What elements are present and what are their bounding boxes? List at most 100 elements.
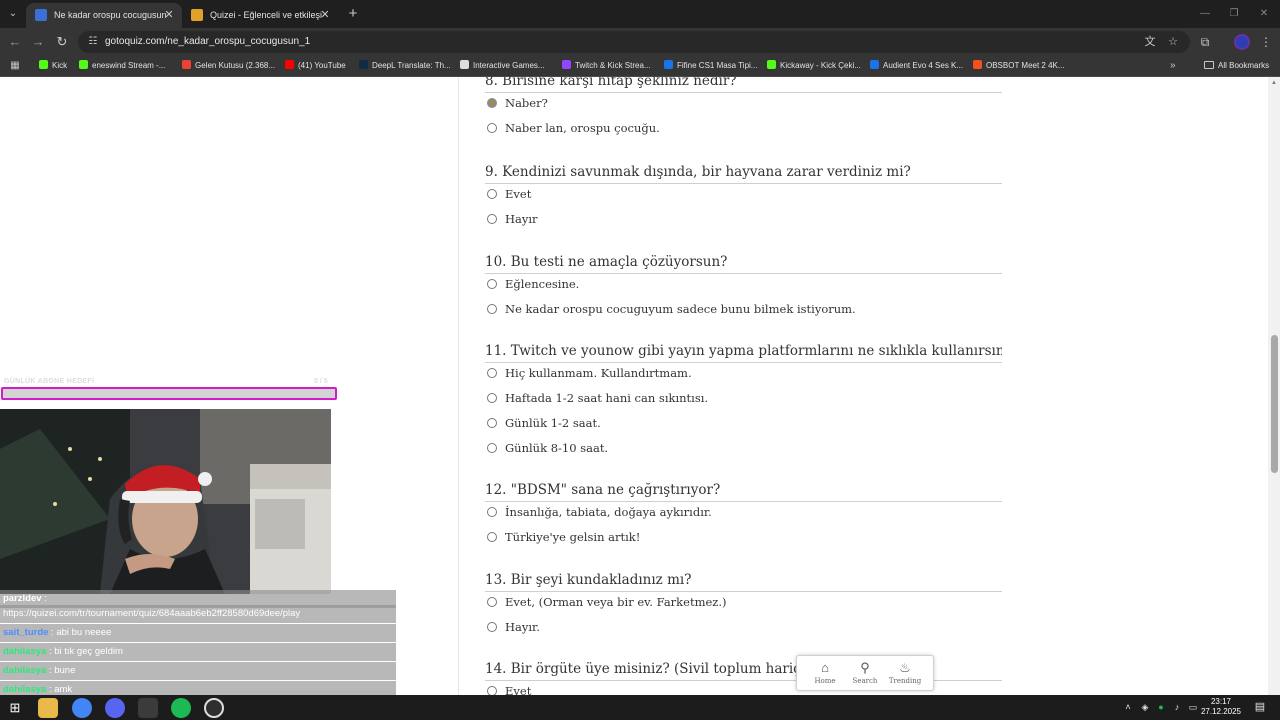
radio-button[interactable] (487, 304, 497, 314)
network-icon[interactable]: ▭ (1187, 701, 1199, 713)
apps-grid-icon[interactable]: ▦ (8, 59, 22, 73)
bookmark-item[interactable]: DeepL Translate: Th... (359, 58, 451, 74)
more-bookmarks-icon[interactable]: » (1170, 58, 1176, 74)
profile-avatar[interactable] (1234, 34, 1250, 50)
app-icon[interactable] (138, 698, 158, 718)
answer-option[interactable]: Eğlencesine. (487, 276, 579, 292)
translate-icon[interactable]: 文 (1143, 35, 1157, 49)
obs-icon[interactable] (204, 698, 224, 718)
bookmark-item[interactable]: eneswind Stream -... (79, 58, 165, 74)
radio-button[interactable] (487, 443, 497, 453)
browser-tab[interactable]: Ne kadar orospu cocugusun? ✕ (26, 3, 182, 28)
tab-close-icon[interactable]: ✕ (162, 8, 176, 22)
tab-search-icon[interactable]: ⌄ (4, 5, 22, 23)
radio-button[interactable] (487, 279, 497, 289)
radio-button[interactable] (487, 189, 497, 199)
answer-option[interactable]: Evet (487, 683, 531, 695)
radio-button[interactable] (487, 368, 497, 378)
radio-button[interactable] (487, 393, 497, 403)
bookmark-item[interactable]: Kick (39, 58, 67, 74)
answer-option-label: Naber lan, orospu çocuğu. (505, 121, 660, 135)
tab-title: Quizei - Eğlenceli ve etkileşimli (210, 10, 322, 20)
forward-icon[interactable]: → (29, 33, 47, 51)
tab-close-icon[interactable]: ✕ (318, 8, 332, 22)
tray-app-icon[interactable]: ◈ (1139, 701, 1151, 713)
bookmark-label: Kickaway - Kick Çeki... (780, 61, 861, 70)
bookmark-item[interactable]: Twitch & Kick Strea... (562, 58, 651, 74)
chat-text: : amk (46, 684, 73, 695)
menu-kebab-icon[interactable]: ⋮ (1257, 33, 1275, 51)
scrollbar-thumb[interactable] (1271, 335, 1278, 473)
url-text[interactable]: gotoquiz.com/ne_kadar_orospu_cocugusun_1 (105, 35, 310, 49)
windows-taskbar: ⊞ ˄ ◈ ● ♪ ▭ 23:17 27.12.2025 ▤ (0, 695, 1280, 720)
tray-overflow-icon[interactable]: ˄ (1122, 701, 1134, 713)
nav-trending[interactable]: ♨ Trending (885, 660, 925, 686)
bookmark-label: OBSBOT Meet 2 4K... (986, 61, 1065, 70)
answer-option-label: Ne kadar orospu cocuguyum sadece bunu bi… (505, 302, 856, 316)
answer-option[interactable]: Ne kadar orospu cocuguyum sadece bunu bi… (487, 301, 856, 317)
new-tab-button[interactable]: + (344, 5, 362, 23)
taskbar-clock[interactable]: 23:17 27.12.2025 (1200, 697, 1242, 717)
bookmark-label: Kick (52, 61, 68, 70)
windows-start-icon[interactable]: ⊞ (5, 698, 25, 718)
browser-title-bar: ⌄ Ne kadar orospu cocugusun? ✕ Quizei - Eğ… (0, 0, 1280, 28)
close-window-icon[interactable]: ✕ (1254, 6, 1274, 22)
back-icon[interactable]: ← (6, 33, 24, 51)
bookmark-item[interactable]: Gelen Kutusu (2.368... (182, 58, 275, 74)
radio-button[interactable] (487, 686, 497, 695)
bookmark-item[interactable]: Audient Evo 4 Ses K... (870, 58, 963, 74)
radio-button[interactable] (487, 597, 497, 607)
radio-button[interactable] (487, 532, 497, 542)
answer-option[interactable]: Naber lan, orospu çocuğu. (487, 120, 660, 136)
bookmark-item[interactable]: Interactive Games... (460, 58, 545, 74)
answer-option[interactable]: Günlük 8-10 saat. (487, 440, 608, 456)
maximize-icon[interactable]: ❐ (1224, 6, 1244, 22)
bookmark-star-icon[interactable]: ☆ (1166, 35, 1180, 49)
browser-tab[interactable]: Quizei - Eğlenceli ve etkileşimli ✕ (182, 3, 338, 28)
answer-option[interactable]: Günlük 1-2 saat. (487, 415, 601, 431)
file-explorer-icon[interactable] (38, 698, 58, 718)
radio-button[interactable] (487, 123, 497, 133)
tray-spotify-icon[interactable]: ● (1155, 701, 1167, 713)
bookmark-item[interactable]: Kickaway - Kick Çeki... (767, 58, 861, 74)
bookmark-label: Gelen Kutusu (2.368... (195, 61, 276, 70)
reload-icon[interactable]: ↻ (53, 33, 71, 51)
radio-button[interactable] (487, 98, 497, 108)
all-bookmarks-button[interactable]: All Bookmarks (1204, 58, 1269, 74)
question-title: 8. Birisine karşı hitap şekliniz nedir? (485, 77, 1002, 93)
answer-option[interactable]: Hiç kullanmam. Kullandırtmam. (487, 365, 692, 381)
bookmark-favicon-icon (285, 60, 294, 69)
answer-option[interactable]: İnsanlığa, tabiata, doğaya aykırıdır. (487, 504, 712, 520)
radio-button[interactable] (487, 507, 497, 517)
nav-home[interactable]: ⌂ Home (805, 660, 845, 686)
sub-goal-count: 0 / 5 (314, 378, 328, 385)
answer-option[interactable]: Hayır (487, 211, 538, 227)
bookmark-item[interactable]: Fifine CS1 Masa Tipi... (664, 58, 757, 74)
address-bar[interactable]: ☷ gotoquiz.com/ne_kadar_orospu_cocugusun… (78, 31, 1190, 53)
minimize-icon[interactable]: — (1195, 6, 1215, 22)
answer-option-label: Hiç kullanmam. Kullandırtmam. (505, 366, 692, 380)
answer-option[interactable]: Hayır. (487, 619, 540, 635)
bookmark-item[interactable]: (41) YouTube (285, 58, 346, 74)
answer-option[interactable]: Haftada 1-2 saat hani can sıkıntısı. (487, 390, 708, 406)
answer-option[interactable]: Naber? (487, 95, 548, 111)
bookmark-label: Fifine CS1 Masa Tipi... (677, 61, 758, 70)
radio-button[interactable] (487, 622, 497, 632)
chrome-icon[interactable] (72, 698, 92, 718)
radio-button[interactable] (487, 418, 497, 428)
nav-search[interactable]: ⚲ Search (845, 660, 885, 686)
answer-option[interactable]: Türkiye'ye gelsin artık! (487, 529, 640, 545)
extensions-icon[interactable]: ⧉ (1196, 33, 1214, 51)
bookmark-favicon-icon (39, 60, 48, 69)
spotify-icon[interactable] (171, 698, 191, 718)
scroll-up-arrow-icon[interactable]: ▲ (1271, 80, 1277, 86)
site-info-icon[interactable]: ☷ (86, 35, 100, 49)
bookmark-item[interactable]: OBSBOT Meet 2 4K... (973, 58, 1065, 74)
answer-option[interactable]: Evet, (Orman veya bir ev. Farketmez.) (487, 594, 726, 610)
radio-button[interactable] (487, 214, 497, 224)
volume-icon[interactable]: ♪ (1171, 701, 1183, 713)
discord-icon[interactable] (105, 698, 125, 718)
answer-option[interactable]: Evet (487, 186, 531, 202)
notifications-icon[interactable]: ▤ (1254, 701, 1266, 713)
chat-username: dahilasya (3, 684, 47, 695)
